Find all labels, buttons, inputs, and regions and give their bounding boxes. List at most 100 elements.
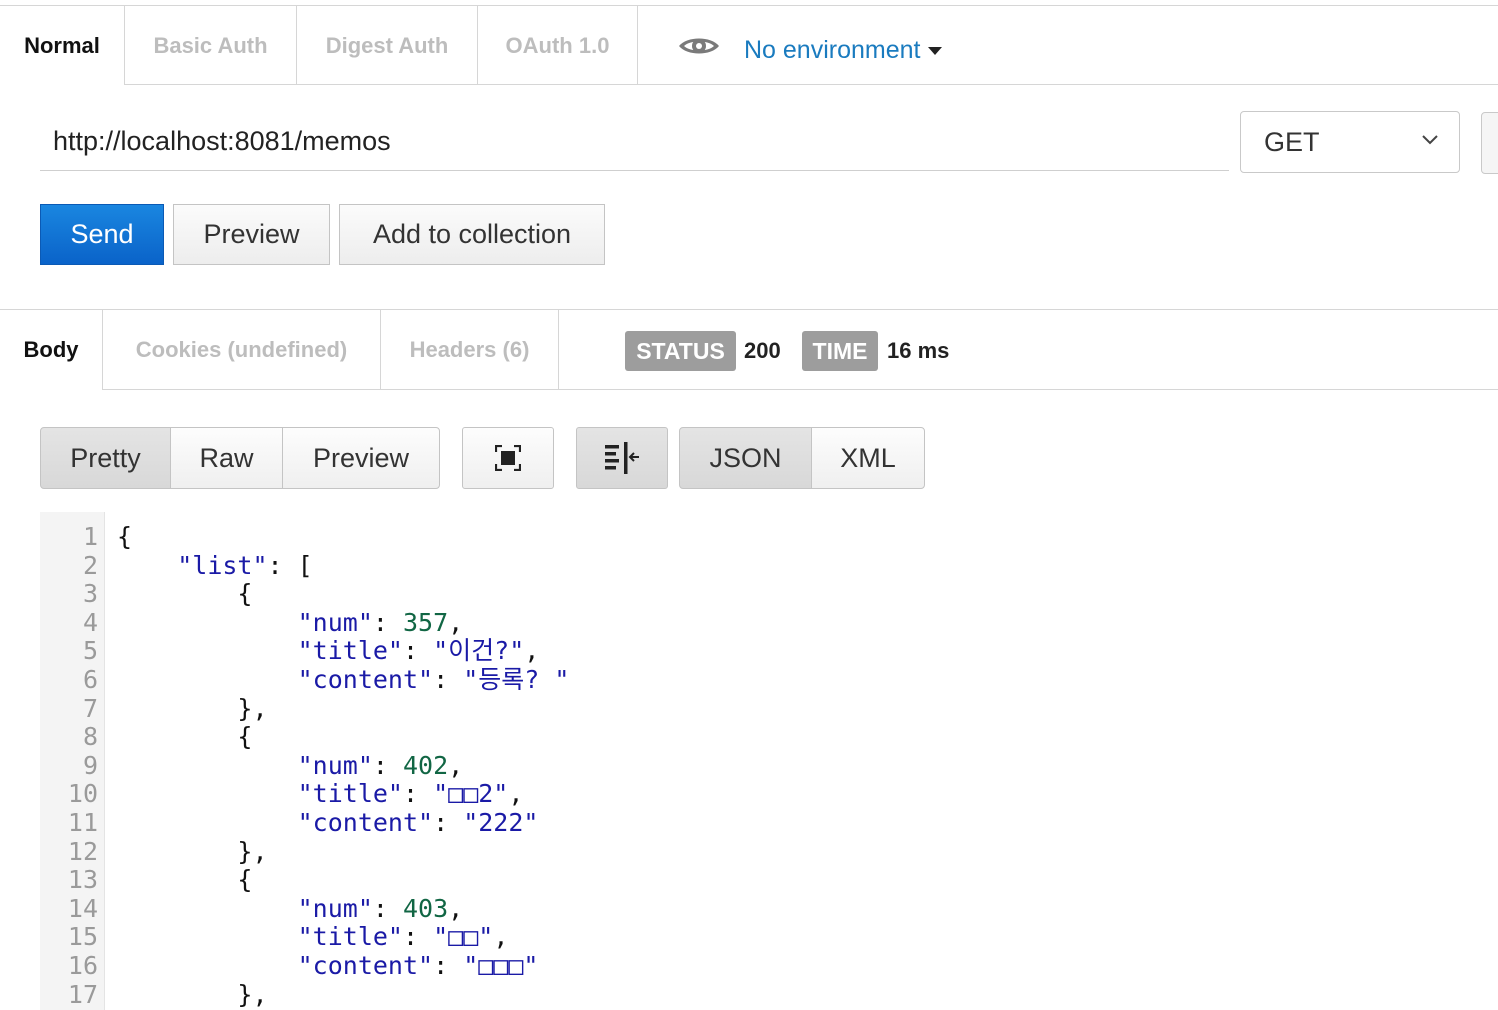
json-punctuation: , xyxy=(448,607,464,637)
json-key: "list" xyxy=(177,550,268,580)
line-number: 11 xyxy=(67,808,98,837)
json-punctuation: : [ xyxy=(267,550,313,580)
code-text: "title": "□□", xyxy=(117,922,509,952)
preview-button[interactable]: Preview xyxy=(173,204,330,265)
json-punctuation: }, xyxy=(237,836,268,866)
tab-normal[interactable]: Normal xyxy=(0,6,124,86)
code-text: { xyxy=(117,865,252,894)
method-value: GET xyxy=(1264,126,1320,157)
tab-headers[interactable]: Headers (6) xyxy=(380,310,558,389)
code-line: 5 "title": "이건?", xyxy=(40,636,1498,665)
json-number: 357 xyxy=(403,607,449,637)
code-line: 10 "title": "□□2", xyxy=(40,779,1498,808)
json-punctuation: , xyxy=(493,922,509,952)
line-number: 3 xyxy=(82,579,98,609)
response-tab-bar: Body Cookies (undefined) Headers (6) STA… xyxy=(0,309,1498,391)
code-text: "content": "□□□" xyxy=(117,951,539,980)
json-punctuation: { xyxy=(237,722,253,752)
line-number: 17 xyxy=(67,979,98,1009)
url-input[interactable] xyxy=(40,112,1229,171)
code-text: "num": 403, xyxy=(117,893,464,923)
caret-down-icon xyxy=(928,46,943,55)
format-xml-button[interactable]: XML xyxy=(811,427,925,489)
code-text: "list": [ xyxy=(117,550,313,580)
code-line: 14 "num": 403, xyxy=(40,894,1498,923)
json-key: "title" xyxy=(297,779,403,809)
line-number: 7 xyxy=(82,693,98,723)
code-text: }, xyxy=(117,980,267,1009)
json-string: "□□□" xyxy=(463,951,539,980)
environment-dropdown[interactable]: No environment xyxy=(744,36,943,65)
divider xyxy=(637,6,638,85)
json-punctuation: : xyxy=(372,607,403,637)
time-value: 16 ms xyxy=(887,338,950,363)
response-body-viewer[interactable]: 1{2 "list": [3 {4 "num": 357, 5 "title": … xyxy=(40,512,1498,1010)
line-number: 6 xyxy=(82,665,98,694)
code-line: 4 "num": 357, xyxy=(40,608,1498,637)
tab-basic-auth[interactable]: Basic Auth xyxy=(124,6,296,85)
url-params-button[interactable] xyxy=(1481,112,1498,174)
json-punctuation: : xyxy=(433,665,464,694)
code-line: 16 "content": "□□□" xyxy=(40,951,1498,980)
json-key: "content" xyxy=(297,665,434,694)
line-number: 13 xyxy=(67,865,98,895)
code-line: 3 { xyxy=(40,579,1498,608)
code-line: 13 { xyxy=(40,865,1498,894)
json-key: "title" xyxy=(297,922,403,952)
line-number: 1 xyxy=(82,522,98,551)
wrap-lines-icon xyxy=(605,442,639,474)
view-raw-button[interactable]: Raw xyxy=(170,427,283,489)
code-text: "title": "이건?", xyxy=(117,636,540,666)
send-button[interactable]: Send xyxy=(40,204,164,265)
json-punctuation: : xyxy=(402,779,434,809)
json-string: "□□2" xyxy=(433,779,509,809)
json-string: "등록? " xyxy=(463,665,570,694)
json-key: "num" xyxy=(297,893,373,923)
line-number: 5 xyxy=(82,636,98,666)
code-line: 12 }, xyxy=(40,837,1498,866)
code-line: 17 }, xyxy=(40,980,1498,1009)
code-line: 15 "title": "□□", xyxy=(40,922,1498,951)
json-key: "num" xyxy=(297,607,373,637)
line-number: 14 xyxy=(67,893,98,923)
json-string: "이건?" xyxy=(433,636,525,666)
json-punctuation: }, xyxy=(237,693,268,723)
tab-cookies[interactable]: Cookies (undefined) xyxy=(102,310,380,389)
json-key: "num" xyxy=(297,750,373,780)
json-punctuation: , xyxy=(508,779,524,809)
fullscreen-button[interactable] xyxy=(462,427,554,489)
format-json-button[interactable]: JSON xyxy=(679,427,812,489)
divider xyxy=(558,310,559,390)
json-punctuation: : xyxy=(402,922,434,952)
fullscreen-icon xyxy=(495,445,521,471)
chevron-down-icon xyxy=(1422,135,1438,145)
code-text: { xyxy=(117,722,252,751)
json-string: "222" xyxy=(463,808,539,837)
json-punctuation: , xyxy=(448,893,464,923)
json-punctuation: : xyxy=(433,951,464,980)
code-line: 11 "content": "222" xyxy=(40,808,1498,837)
status-badge: STATUS xyxy=(625,331,736,371)
code-text: }, xyxy=(117,836,268,866)
method-select[interactable]: GET xyxy=(1240,111,1460,173)
line-number: 12 xyxy=(67,836,98,866)
tab-body[interactable]: Body xyxy=(0,310,102,391)
json-punctuation: : xyxy=(372,893,403,923)
view-preview-button[interactable]: Preview xyxy=(282,427,440,489)
time-badge: TIME xyxy=(802,331,878,371)
json-string: "□□" xyxy=(433,922,494,952)
tab-digest-auth[interactable]: Digest Auth xyxy=(296,6,477,85)
environment-label: No environment xyxy=(744,36,921,64)
json-key: "title" xyxy=(297,636,403,666)
wrap-lines-button[interactable] xyxy=(576,427,668,489)
json-punctuation: : xyxy=(402,636,434,666)
code-text: { xyxy=(117,579,252,608)
tab-oauth-1[interactable]: OAuth 1.0 xyxy=(477,6,637,85)
code-line: 7 }, xyxy=(40,694,1498,723)
eye-icon[interactable] xyxy=(677,33,721,59)
line-number: 8 xyxy=(82,722,98,752)
code-line: 2 "list": [ xyxy=(40,551,1498,580)
add-to-collection-button[interactable]: Add to collection xyxy=(339,204,605,265)
view-pretty-button[interactable]: Pretty xyxy=(40,427,171,489)
json-number: 403 xyxy=(403,893,449,923)
